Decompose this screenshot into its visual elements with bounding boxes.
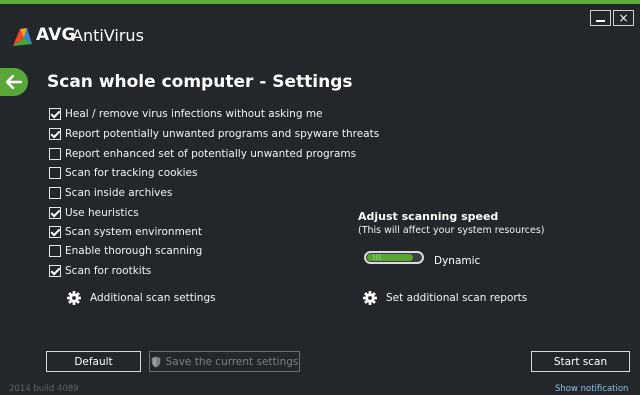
- option-label: Report potentially unwanted programs and…: [65, 128, 380, 140]
- gear-icon: [363, 291, 377, 305]
- shield-icon: [151, 356, 160, 367]
- option-inside-archives[interactable]: Scan inside archives: [49, 186, 172, 200]
- checkbox[interactable]: [49, 207, 61, 219]
- option-report-pup[interactable]: Report potentially unwanted programs and…: [49, 127, 379, 141]
- slider-grip-icon[interactable]: |||: [373, 254, 382, 261]
- set-additional-scan-reports-label: Set additional scan reports: [386, 292, 528, 304]
- set-additional-scan-reports-link[interactable]: Set additional scan reports: [363, 291, 527, 305]
- default-button[interactable]: Default: [46, 351, 141, 372]
- checkbox[interactable]: [49, 245, 61, 257]
- option-rootkits[interactable]: Scan for rootkits: [49, 264, 151, 278]
- option-label: Scan for tracking cookies: [65, 167, 198, 179]
- close-button[interactable]: ×: [613, 10, 634, 26]
- gear-icon: [67, 291, 81, 305]
- option-label: Report enhanced set of potentially unwan…: [65, 148, 357, 160]
- checkbox[interactable]: [49, 187, 61, 199]
- option-heuristics[interactable]: Use heuristics: [49, 206, 139, 220]
- speed-subtitle: (This will affect your system resources): [358, 225, 545, 236]
- minimize-button[interactable]: [590, 10, 611, 26]
- additional-scan-settings-link[interactable]: Additional scan settings: [67, 291, 216, 305]
- option-label: Use heuristics: [65, 207, 139, 219]
- checkbox[interactable]: [49, 108, 61, 120]
- scan-speed-slider[interactable]: |||: [364, 251, 424, 264]
- option-label: Scan inside archives: [65, 187, 173, 199]
- option-label: Enable thorough scanning: [65, 245, 203, 257]
- save-settings-button[interactable]: Save the current settings: [149, 351, 300, 372]
- speed-title: Adjust scanning speed: [358, 210, 499, 223]
- save-settings-label: Save the current settings: [165, 355, 299, 368]
- option-tracking-cookies[interactable]: Scan for tracking cookies: [49, 166, 198, 180]
- app-window: AVG AntiVirus × Scan whole computer - Se…: [0, 0, 640, 395]
- checkbox[interactable]: [49, 148, 61, 160]
- back-button[interactable]: [0, 68, 28, 96]
- option-heal-remove[interactable]: Heal / remove virus infections without a…: [49, 107, 323, 121]
- close-icon: ×: [618, 11, 629, 25]
- checkbox[interactable]: [49, 265, 61, 277]
- avg-logo-icon: [13, 28, 32, 46]
- minimize-icon: [596, 20, 605, 22]
- option-thorough-scanning[interactable]: Enable thorough scanning: [49, 244, 202, 258]
- option-label: Heal / remove virus infections without a…: [65, 108, 323, 120]
- checkbox[interactable]: [49, 226, 61, 238]
- version-label: 2014 build 4089: [9, 384, 79, 394]
- checkbox[interactable]: [49, 167, 61, 179]
- brand-name: AVG: [36, 25, 76, 45]
- option-label: Scan system environment: [65, 226, 203, 238]
- additional-scan-settings-label: Additional scan settings: [90, 292, 216, 304]
- option-system-environment[interactable]: Scan system environment: [49, 225, 202, 239]
- arrow-left-icon: [6, 75, 22, 89]
- checkbox[interactable]: [49, 128, 61, 140]
- option-report-enhanced-pup[interactable]: Report enhanced set of potentially unwan…: [49, 147, 356, 161]
- title-bar: AVG AntiVirus ×: [0, 4, 640, 64]
- page-title: Scan whole computer - Settings: [47, 72, 353, 92]
- show-notification-link[interactable]: Show notification: [555, 384, 628, 394]
- start-scan-button[interactable]: Start scan: [531, 351, 630, 372]
- product-name: AntiVirus: [72, 26, 144, 45]
- option-label: Scan for rootkits: [65, 265, 152, 277]
- speed-value-label: Dynamic: [434, 255, 481, 267]
